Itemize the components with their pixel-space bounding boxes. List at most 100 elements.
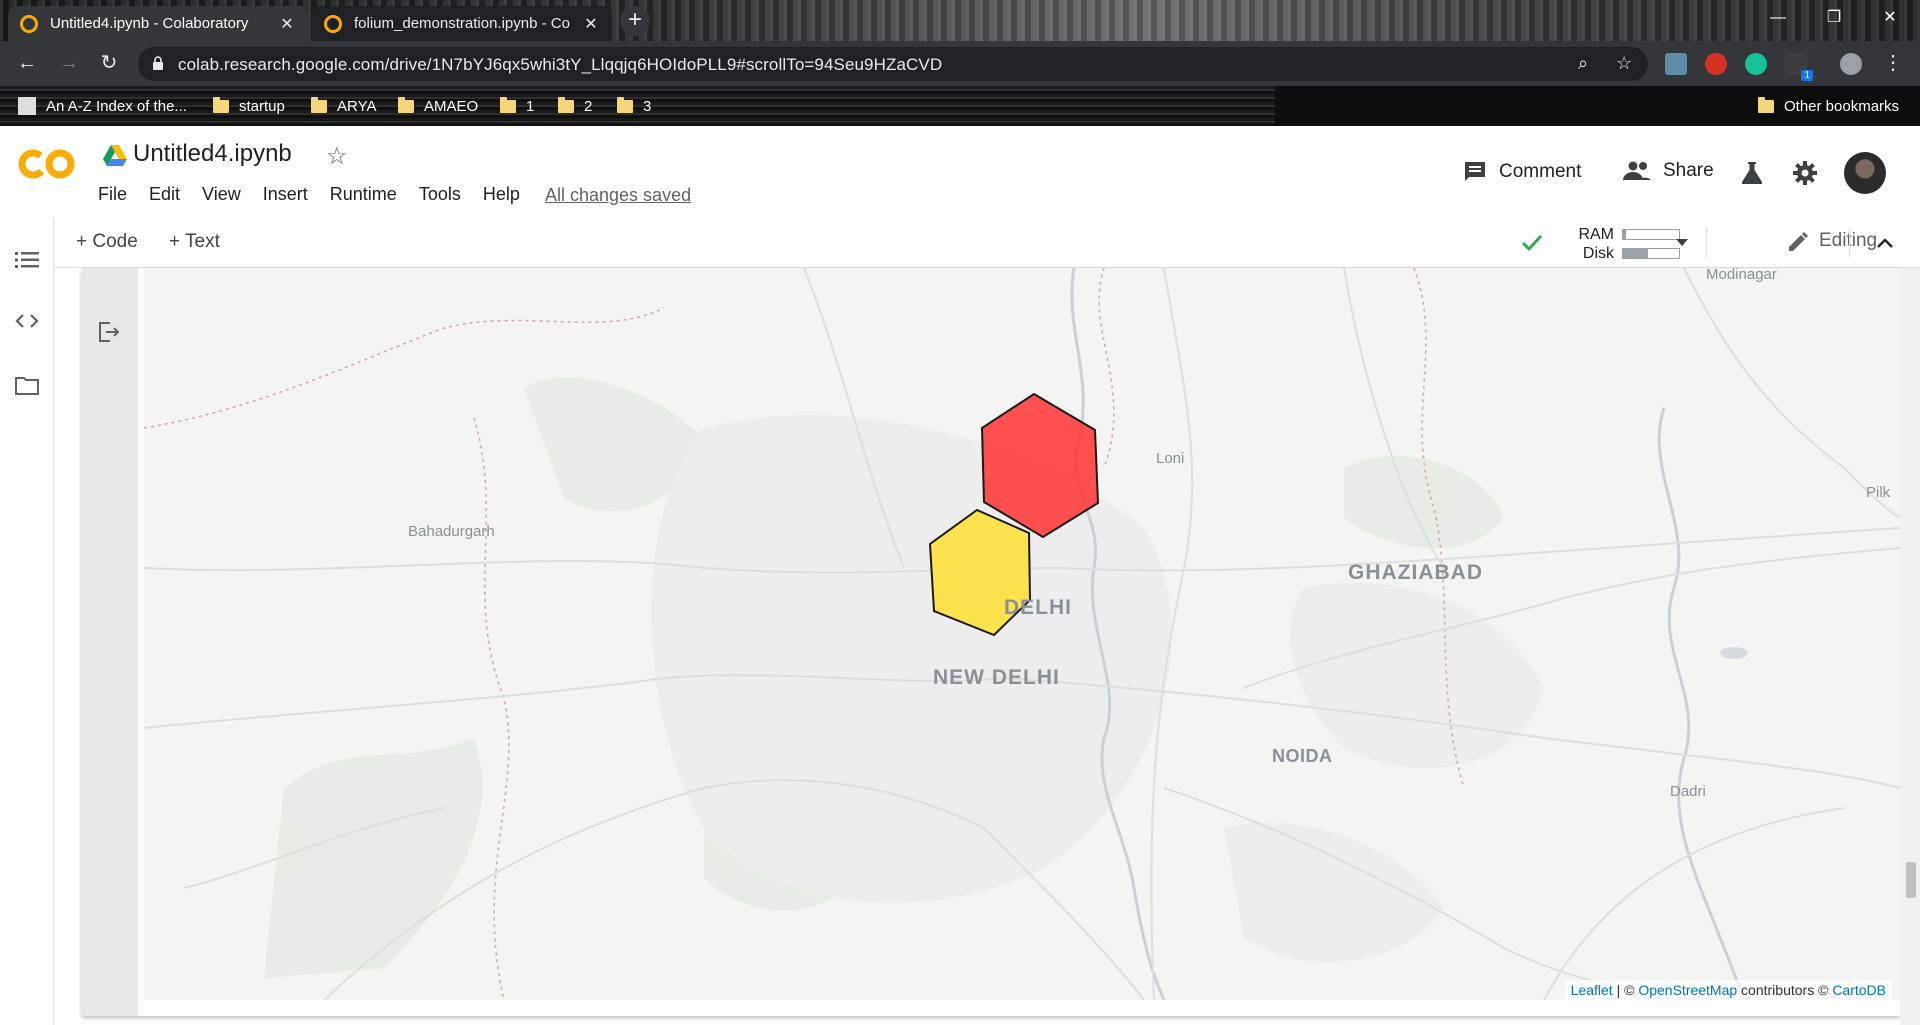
tab-title: folium_demonstration.ipynb - Co — [354, 15, 570, 32]
download-extension-icon[interactable] — [1665, 53, 1687, 75]
save-status[interactable]: All changes saved — [545, 185, 691, 206]
star-icon[interactable]: ☆ — [326, 142, 348, 171]
menu-view[interactable]: View — [202, 184, 241, 205]
leaflet-link[interactable]: Leaflet — [1571, 982, 1613, 998]
adblock-extension-icon[interactable] — [1705, 53, 1727, 75]
cartodb-link[interactable]: CartoDB — [1832, 982, 1886, 998]
menu-file[interactable]: File — [98, 184, 127, 205]
map-label-new-delhi: NEW DELHI — [933, 666, 1060, 689]
side-panel — [0, 218, 54, 1025]
disk-usage-bar — [1622, 248, 1680, 259]
settings-gear-icon[interactable] — [1793, 161, 1817, 185]
reload-button[interactable]: ↻ — [96, 51, 122, 77]
restore-window-button[interactable]: ❐ — [1806, 0, 1862, 36]
minimize-window-button[interactable]: — — [1750, 0, 1806, 36]
bookmark-folder[interactable]: 2 — [558, 95, 592, 117]
new-tab-button[interactable]: + — [620, 6, 650, 36]
menu-edit[interactable]: Edit — [149, 184, 180, 205]
comment-button[interactable]: Comment — [1463, 160, 1581, 184]
bookmarks-bar: An A-Z Index of the... startup ARYA AMAE… — [0, 86, 1920, 126]
menu-insert[interactable]: Insert — [263, 184, 308, 205]
flask-icon[interactable] — [1742, 162, 1762, 184]
back-button[interactable]: ← — [14, 51, 40, 77]
address-bar[interactable]: colab.research.google.com/drive/1N7bYJ6q… — [138, 47, 1648, 81]
folder-icon — [500, 96, 516, 113]
ram-usage-fill — [1623, 230, 1626, 239]
bookmark-star-icon[interactable]: ☆ — [1616, 53, 1632, 74]
code-snippets-icon[interactable] — [15, 313, 39, 329]
map-label-loni: Loni — [1156, 450, 1185, 467]
grammarly-extension-icon[interactable] — [1745, 53, 1767, 75]
dropdown-arrow-icon[interactable] — [1676, 239, 1688, 247]
map-label-bahadurgarh: Bahadurgarh — [408, 523, 495, 540]
disk-usage-fill — [1623, 249, 1649, 258]
forward-button[interactable]: → — [56, 51, 82, 77]
cell-toolbar: + Code + Text RAM Disk Editing — [54, 218, 1920, 268]
folder-icon — [1758, 96, 1774, 113]
editing-mode-button[interactable]: Editing — [1789, 230, 1877, 252]
browser-tab-strip: Untitled4.ipynb - Colaboratory ✕ folium_… — [0, 0, 1920, 41]
people-icon — [1623, 161, 1651, 180]
bookmark-item[interactable]: An A-Z Index of the... — [18, 95, 187, 117]
url-text: colab.research.google.com/drive/1N7bYJ6q… — [178, 55, 943, 74]
tab-title: Untitled4.ipynb - Colaboratory — [50, 15, 249, 32]
zoom-icon[interactable]: ⌕ — [1578, 53, 1588, 74]
google-drive-icon[interactable] — [103, 145, 127, 167]
bookmark-folder[interactable]: 3 — [617, 95, 651, 117]
pencil-icon — [1789, 232, 1808, 251]
map-label-pilk: Pilk — [1866, 484, 1891, 501]
profile-avatar[interactable] — [1840, 53, 1862, 75]
connected-checkmark-icon — [1521, 234, 1543, 252]
disk-label: Disk — [1582, 244, 1614, 262]
page-scrollbar[interactable] — [1900, 268, 1920, 1025]
chrome-menu-icon[interactable]: ⋮ — [1880, 51, 1906, 77]
tab-folium-demonstration[interactable]: folium_demonstration.ipynb - Co ✕ — [312, 6, 612, 41]
extension-badge: 1 — [1801, 70, 1813, 81]
other-bookmarks[interactable]: Other bookmarks — [1758, 95, 1899, 117]
colab-logo-icon[interactable] — [18, 148, 76, 180]
openstreetmap-link[interactable]: OpenStreetMap — [1638, 982, 1737, 998]
extension-icon[interactable]: 1 — [1785, 53, 1813, 81]
close-tab-icon[interactable]: ✕ — [582, 14, 600, 34]
scrollbar-thumb[interactable] — [1906, 862, 1916, 898]
page-icon — [18, 97, 36, 115]
folder-icon — [213, 96, 229, 113]
close-window-button[interactable]: ✕ — [1862, 0, 1918, 36]
tab-untitled4[interactable]: Untitled4.ipynb - Colaboratory ✕ — [8, 6, 308, 41]
table-of-contents-icon[interactable] — [15, 250, 39, 270]
bookmark-folder[interactable]: startup — [213, 95, 285, 117]
add-code-cell-button[interactable]: + Code — [76, 231, 138, 253]
map-label-delhi: DELHI — [1004, 596, 1072, 619]
browser-toolbar: ← → ↻ colab.research.google.com/drive/1N… — [0, 41, 1920, 86]
bookmark-folder[interactable]: 1 — [500, 95, 534, 117]
folder-icon — [311, 96, 327, 113]
resource-monitor[interactable]: RAM Disk — [1574, 225, 1680, 263]
folder-icon — [617, 96, 633, 113]
ram-label: RAM — [1578, 225, 1614, 243]
menu-runtime[interactable]: Runtime — [330, 184, 397, 205]
output-action-icon[interactable] — [98, 322, 120, 342]
ram-usage-bar — [1622, 229, 1680, 240]
collapse-chevron-icon[interactable] — [1877, 238, 1893, 248]
folder-icon — [398, 96, 414, 113]
add-text-cell-button[interactable]: + Text — [169, 231, 220, 253]
map-label-ghaziabad: GHAZIABAD — [1348, 561, 1483, 584]
menu-bar: File Edit View Insert Runtime Tools Help — [98, 184, 542, 205]
cell-gutter — [82, 268, 138, 1016]
folium-map[interactable]: Modinagar Loni Pilk Bahadurgarh GHAZIABA… — [144, 268, 1900, 1000]
colab-favicon-icon — [20, 14, 38, 33]
comment-icon — [1465, 162, 1485, 181]
share-button[interactable]: Share — [1623, 160, 1714, 182]
hexagon-layer — [928, 392, 1100, 637]
files-folder-icon[interactable] — [15, 375, 39, 395]
notebook-title[interactable]: Untitled4.ipynb — [133, 140, 292, 168]
menu-tools[interactable]: Tools — [419, 184, 461, 205]
menu-help[interactable]: Help — [483, 184, 520, 205]
colab-header: Untitled4.ipynb ☆ File Edit View Insert … — [0, 126, 1920, 218]
bookmark-folder[interactable]: AMAEO — [398, 95, 478, 117]
folder-icon — [558, 96, 574, 113]
close-tab-icon[interactable]: ✕ — [278, 14, 296, 34]
bookmark-folder[interactable]: ARYA — [311, 95, 376, 117]
account-avatar[interactable] — [1844, 152, 1886, 194]
red-hexagon[interactable] — [980, 392, 1100, 539]
